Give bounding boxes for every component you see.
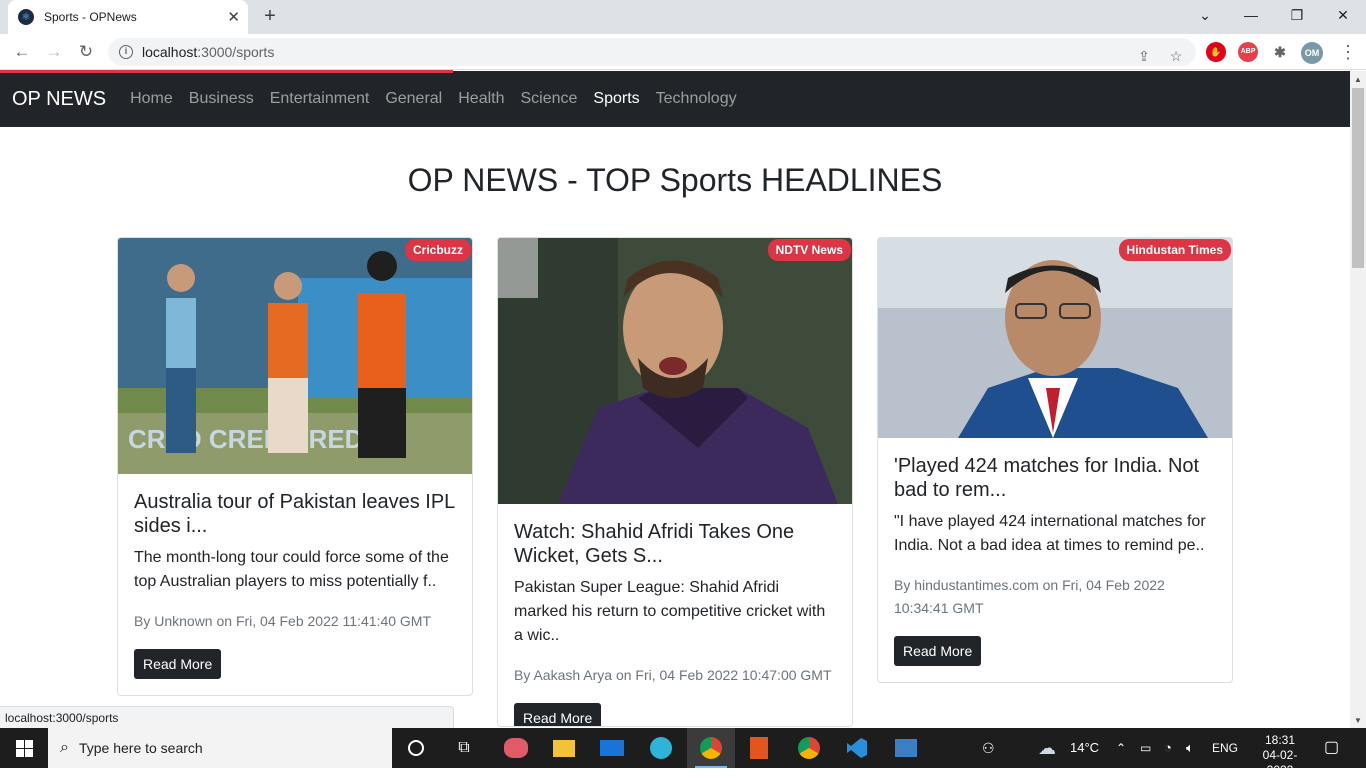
news-byline: By hindustantimes.com on Fri, 04 Feb 202… [894,577,1165,616]
nav-link-sports[interactable]: Sports [585,90,647,108]
edge-icon[interactable] [637,728,685,768]
browser-tab[interactable]: ⚛ Sports - OPNews ✕ [8,0,248,34]
wifi-icon[interactable]: ◔ [1164,728,1172,768]
volume-icon[interactable]: 🔈︎ [1186,728,1194,768]
url-host: localhost [142,44,198,60]
file-explorer-icon[interactable] [540,728,588,768]
news-title: Australia tour of Pakistan leaves IPL si… [134,491,455,537]
chrome-icon[interactable] [687,728,735,768]
back-arrow-icon[interactable]: ← [10,40,34,64]
close-tab-icon[interactable]: ✕ [227,8,240,26]
office-icon[interactable] [735,728,783,768]
clock-date: 04-02-2022 [1262,748,1298,777]
battery-icon[interactable]: ▭ [1140,728,1151,768]
vscode-icon[interactable] [833,728,881,768]
svg-text:CRED CRED CRED: CRED CRED CRED [128,424,363,454]
nav-link-general[interactable]: General [377,90,450,108]
snipping-tool-icon[interactable] [492,728,540,768]
nav-link-business[interactable]: Business [181,90,262,108]
brand-logo[interactable]: OP NEWS [12,88,106,111]
photos-icon[interactable] [882,728,930,768]
nav-link-health[interactable]: Health [450,90,512,108]
link-status-bar: localhost:3000/sports [0,706,454,728]
news-title: 'Played 424 matches for India. Not bad t… [894,455,1200,501]
nav-link-home[interactable]: Home [122,90,181,108]
nav-link-technology[interactable]: Technology [648,90,745,108]
task-view-icon[interactable]: ⧉ [440,728,488,768]
news-image [498,238,852,504]
loading-bar [0,70,453,73]
minimize-button[interactable]: — [1228,0,1274,30]
scrollbar-thumb[interactable] [1352,88,1364,268]
source-badge: Hindustan Times [1118,239,1231,261]
site-info-icon[interactable]: i [119,45,133,59]
profile-avatar[interactable]: OM [1301,42,1323,64]
url-path: :3000/sports [197,44,275,60]
window-close-button[interactable]: ✕ [1320,0,1366,30]
forward-arrow-icon[interactable]: → [42,40,66,64]
browser-toolbar: ← → ↻ i localhost:3000/sports ⇪ ☆ ✋ ABP … [0,34,1366,70]
nav-link-science[interactable]: Science [512,90,585,108]
source-badge: Cricbuzz [404,239,471,261]
news-image [878,238,1232,438]
read-more-button[interactable]: Read More [514,703,602,726]
weather-icon[interactable]: ☁ [1038,728,1056,768]
nav-link-entertainment[interactable]: Entertainment [262,90,378,108]
tab-title: Sports - OPNews [44,10,137,24]
temperature[interactable]: 14°C [1070,728,1099,768]
clock-time: 18:31 [1264,733,1296,747]
site-navbar: OP NEWS Home Business Entertainment Gene… [0,71,1350,127]
page-scrollbar[interactable]: ▲ ▼ [1350,71,1366,728]
address-bar[interactable]: i localhost:3000/sports ⇪ ☆ [108,38,1196,66]
clock[interactable]: 18:31 04-02-2022 [1252,728,1308,777]
windows-start-icon[interactable] [0,728,48,768]
restore-button[interactable]: ❐ [1274,0,1320,30]
news-title: Watch: Shahid Afridi Takes One Wicket, G… [514,521,795,567]
news-card: Cricbuzz CRED CRED CRED Australia tour o… [117,237,473,696]
notification-icon[interactable]: ▢ [1324,728,1339,768]
scroll-up-icon[interactable]: ▲ [1354,75,1362,84]
scroll-down-icon[interactable]: ▼ [1354,716,1362,725]
browser-tab-strip: ⚛ Sports - OPNews ✕ + ⌄ — ❐ ✕ [0,0,1366,34]
page-title: OP NEWS - TOP Sports HEADLINES [407,162,943,198]
news-description: Pakistan Super League: Shahid Afridi mar… [514,579,826,644]
extensions-puzzle-icon[interactable]: ✱ [1270,42,1290,62]
search-icon: ⌕ [60,739,69,756]
share-icon[interactable]: ⇪ [1134,42,1154,70]
new-tab-button[interactable]: + [258,4,282,28]
browser-menu-icon[interactable]: ⋮ [1336,40,1360,64]
bookmark-star-icon[interactable]: ☆ [1166,42,1186,70]
adblock-extension-icon[interactable]: ✋ [1206,42,1226,62]
news-card: Hindustan Times 'Played 424 matches for … [877,237,1233,683]
reload-icon[interactable]: ↻ [74,40,98,64]
tab-search-button[interactable]: ⌄ [1182,0,1228,30]
taskbar-search-box[interactable]: ⌕ Type here to search [48,728,392,768]
chevron-up-icon[interactable]: ⌃ [1116,728,1126,768]
mail-icon[interactable] [588,728,636,768]
news-byline: By Aakash Arya on Fri, 04 Feb 2022 10:47… [514,667,832,683]
news-card: NDTV News Watch: Shahid Afridi Takes One… [497,237,853,727]
people-icon[interactable]: ⚇ [982,728,995,768]
news-description: "I have played 424 international matches… [894,513,1206,554]
source-badge: NDTV News [767,239,851,261]
abp-extension-icon[interactable]: ABP [1238,42,1258,62]
news-image: CRED CRED CRED [118,238,472,474]
news-byline: By Unknown on Fri, 04 Feb 2022 11:41:40 … [134,613,432,629]
taskbar-search-placeholder: Type here to search [78,740,203,756]
chrome-profile-icon[interactable] [785,728,833,768]
windows-taskbar: ⌕ Type here to search ⧉ ⚇ ☁ 14°C ⌃ ▭ ◔ 🔈… [0,728,1366,777]
language-indicator[interactable]: ENG [1212,728,1238,768]
read-more-button[interactable]: Read More [134,649,222,679]
cortana-icon[interactable] [392,728,440,768]
react-favicon-icon: ⚛ [18,9,34,25]
news-description: The month-long tour could force some of … [134,549,449,590]
read-more-button[interactable]: Read More [894,636,982,666]
